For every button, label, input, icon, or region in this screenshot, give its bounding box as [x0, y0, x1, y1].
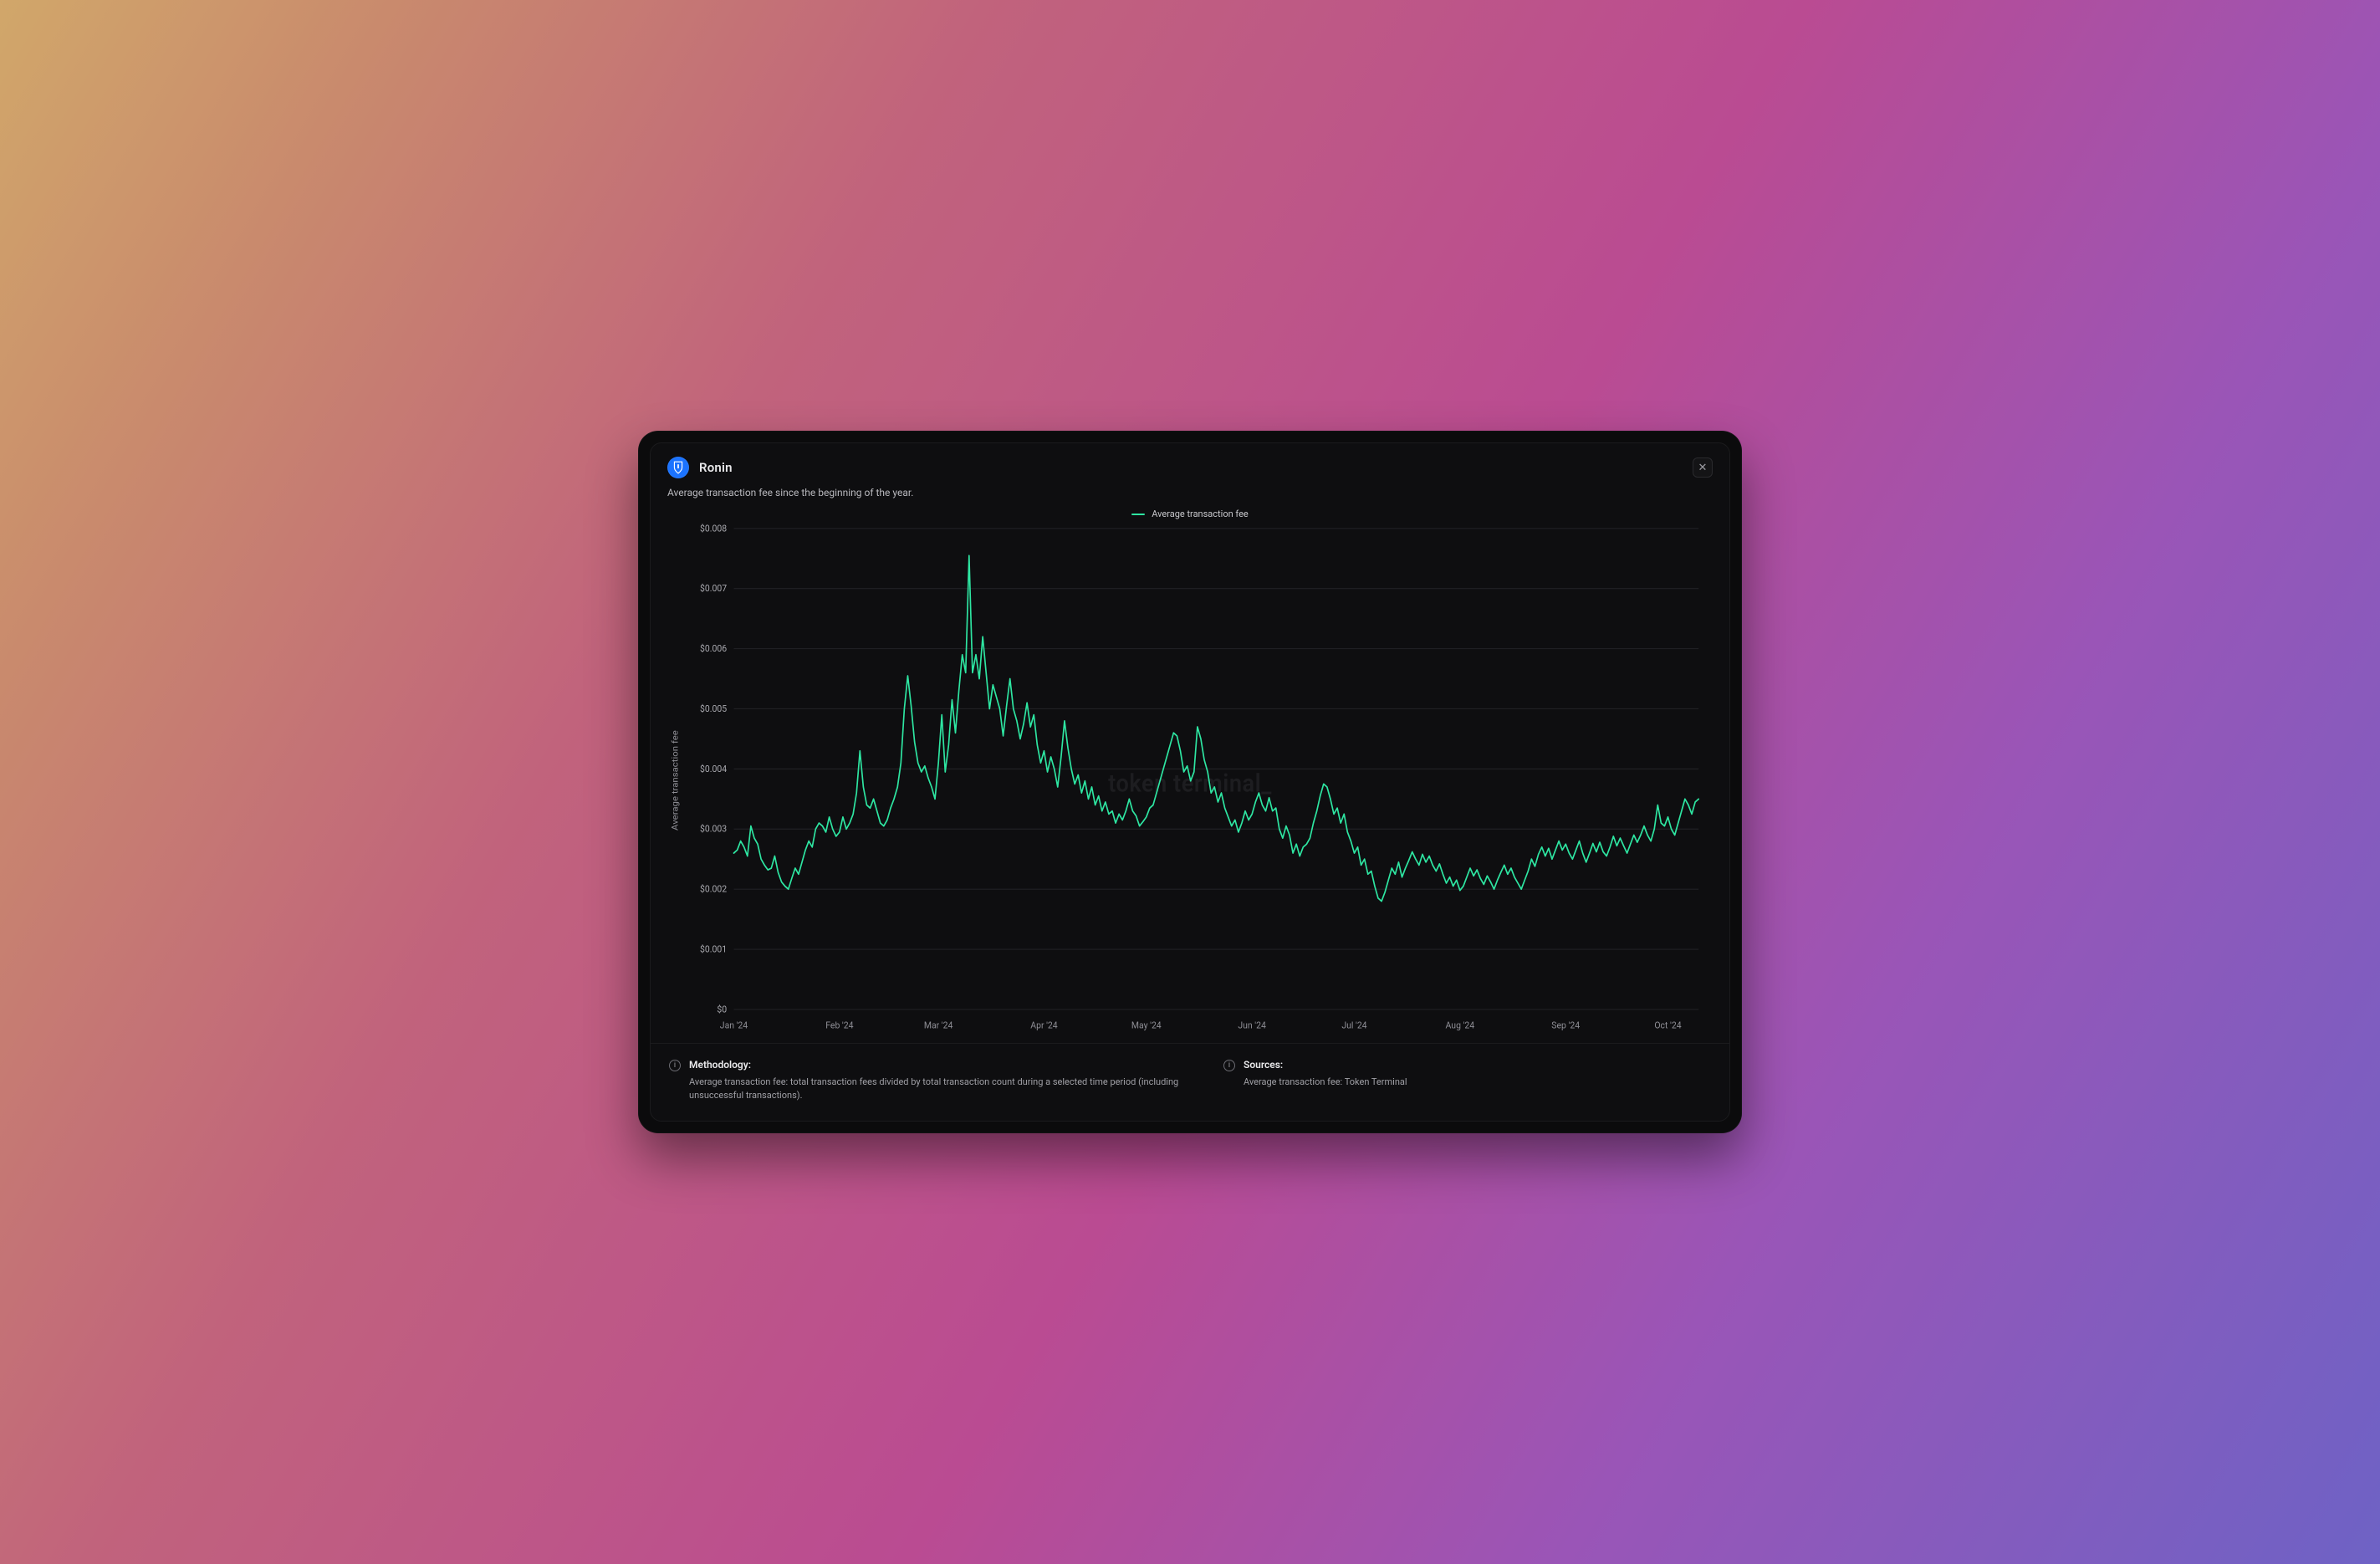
svg-text:$0: $0 — [717, 1004, 727, 1015]
card-subtitle: Average transaction fee since the beginn… — [651, 483, 1729, 507]
ronin-shield-icon — [672, 461, 684, 474]
chart-series — [734, 555, 1699, 901]
methodology-heading: Methodology: — [689, 1059, 1190, 1071]
device-frame: Ronin ✕ Average transaction fee since th… — [638, 431, 1742, 1133]
close-button[interactable]: ✕ — [1693, 457, 1713, 478]
card-header: Ronin ✕ — [651, 443, 1729, 483]
svg-text:Jun '24: Jun '24 — [1238, 1020, 1265, 1031]
svg-text:Oct '24: Oct '24 — [1654, 1020, 1681, 1031]
sources-body: Average transaction fee: Token Terminal — [1244, 1076, 1407, 1089]
methodology-body: Average transaction fee: total transacti… — [689, 1076, 1190, 1102]
chart-x-axis: Jan '24 Feb '24 Mar '24 Apr '24 May '24 Jun '… — [720, 1020, 1682, 1031]
info-icon: i — [1223, 1060, 1235, 1071]
ronin-logo — [667, 457, 689, 478]
svg-text:$0.006: $0.006 — [700, 643, 727, 655]
svg-text:$0.007: $0.007 — [700, 583, 727, 595]
chart-area: $0 $0.001 $0.002 $0.003 $0.004 $0.005 $0.006 $0… — [651, 523, 1729, 1043]
svg-text:Mar '24: Mar '24 — [924, 1020, 953, 1031]
chart-legend: Average transaction fee — [651, 507, 1729, 523]
svg-text:Aug '24: Aug '24 — [1446, 1020, 1475, 1031]
chart-watermark: token terminal_ — [1108, 769, 1272, 797]
legend-label: Average transaction fee — [1152, 509, 1249, 519]
svg-text:Jul '24: Jul '24 — [1341, 1020, 1366, 1031]
chart-y-axis-title: Average transaction fee — [670, 730, 680, 831]
chart-y-axis: $0 $0.001 $0.002 $0.003 $0.004 $0.005 $0.006 $0… — [700, 523, 727, 1015]
sources-block: i Sources: Average transaction fee: Toke… — [1223, 1059, 1407, 1102]
svg-text:Apr '24: Apr '24 — [1030, 1020, 1057, 1031]
methodology-block: i Methodology: Average transaction fee: … — [669, 1059, 1190, 1102]
svg-text:Feb '24: Feb '24 — [825, 1020, 853, 1031]
sources-heading: Sources: — [1244, 1059, 1407, 1071]
close-icon: ✕ — [1698, 461, 1708, 474]
legend-swatch — [1131, 514, 1145, 515]
svg-text:$0.005: $0.005 — [700, 703, 727, 714]
svg-text:May '24: May '24 — [1131, 1020, 1162, 1031]
svg-text:Sep '24: Sep '24 — [1551, 1020, 1580, 1031]
svg-text:Jan '24: Jan '24 — [720, 1020, 748, 1031]
card-footer: i Methodology: Average transaction fee: … — [651, 1043, 1729, 1121]
svg-text:$0.008: $0.008 — [700, 523, 727, 534]
svg-text:$0.004: $0.004 — [700, 763, 727, 774]
chart-card: Ronin ✕ Average transaction fee since th… — [650, 442, 1730, 1122]
svg-text:$0.003: $0.003 — [700, 823, 727, 835]
info-icon: i — [669, 1060, 681, 1071]
svg-text:$0.002: $0.002 — [700, 883, 727, 895]
chart-svg: $0 $0.001 $0.002 $0.003 $0.004 $0.005 $0.006 $0… — [666, 523, 1714, 1038]
card-title: Ronin — [699, 460, 733, 475]
svg-text:$0.001: $0.001 — [700, 943, 727, 955]
